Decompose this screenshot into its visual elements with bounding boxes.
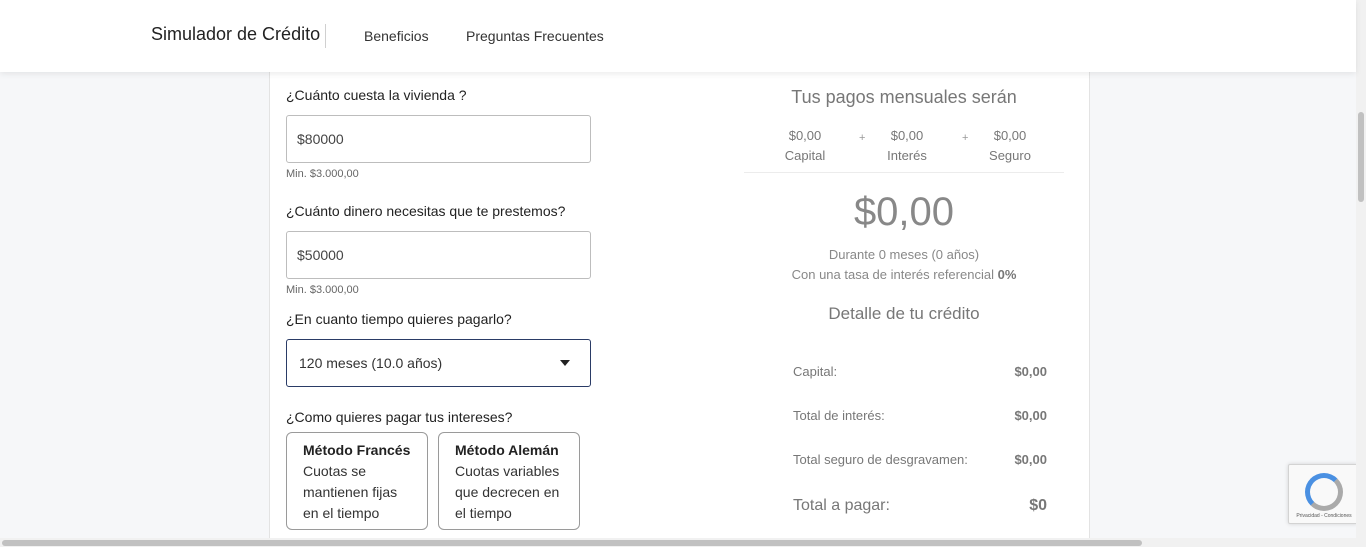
monthly-payments-title: Tus pagos mensuales serán	[791, 87, 1017, 107]
brand-divider	[325, 24, 326, 48]
plus-sign: +	[962, 132, 969, 144]
detail-label: Capital:	[793, 364, 838, 379]
recaptcha-icon	[1305, 473, 1343, 511]
brand-title[interactable]: Simulador de Crédito	[151, 24, 320, 45]
vertical-scrollbar-thumb[interactable]	[1358, 112, 1364, 202]
top-header: Simulador de Crédito Beneficios Pregunta…	[0, 0, 1356, 72]
credit-detail-title: Detalle de tu crédito	[828, 304, 980, 323]
term-select[interactable]: 120 meses (10.0 años)	[286, 339, 591, 387]
rate-line: Con una tasa de interés referencial 0%	[744, 267, 1064, 282]
price-input[interactable]	[286, 115, 591, 163]
nav-link-preguntas-frecuentes[interactable]: Preguntas Frecuentes	[466, 28, 604, 44]
breakdown-label: Capital	[784, 148, 826, 163]
loan-label: ¿Cuánto dinero necesitas que te prestemo…	[286, 203, 566, 219]
breakdown-amount: $0,00	[890, 128, 924, 143]
chevron-down-icon	[560, 360, 570, 366]
method-aleman-option[interactable]: Método Alemán Cuotas variables que decre…	[438, 432, 580, 530]
breakdown-amount: $0,00	[788, 128, 822, 143]
results-divider	[744, 172, 1064, 173]
monthly-total-amount: $0,00	[853, 190, 955, 234]
recaptcha-badge[interactable]: Privacidad - Condiciones	[1288, 464, 1358, 524]
detail-value: $0,00	[1014, 408, 1047, 423]
rate-text: Con una tasa de interés referencial	[791, 267, 994, 282]
breakdown-label: Interés	[887, 148, 927, 163]
detail-label: Total de interés:	[793, 408, 885, 423]
breakdown-amount: $0,00	[993, 128, 1027, 143]
rate-value: 0%	[997, 267, 1017, 282]
detail-value: $0,00	[1014, 364, 1047, 379]
breakdown-capital: $0,00 Capital	[765, 126, 845, 166]
price-label: ¿Cuánto cuesta la vivienda ?	[286, 87, 467, 103]
detail-label: Total seguro de desgravamen:	[793, 452, 968, 467]
breakdown-seguro: $0,00 Seguro	[970, 126, 1050, 166]
loan-hint: Min. $3.000,00	[286, 284, 359, 296]
nav-link-beneficios[interactable]: Beneficios	[364, 28, 429, 44]
breakdown-interes: $0,00 Interés	[867, 126, 947, 166]
plus-sign: +	[859, 132, 866, 144]
price-hint: Min. $3.000,00	[286, 168, 359, 180]
horizontal-scrollbar[interactable]	[0, 538, 1356, 547]
term-label: ¿En cuanto tiempo quieres pagarlo?	[286, 311, 512, 327]
detail-value: $0,00	[1014, 452, 1047, 467]
method-description: Cuotas variables que decrecen en el tiem…	[455, 463, 560, 521]
method-description: Cuotas se mantienen fijas en el tiempo	[303, 463, 398, 521]
loan-input[interactable]	[286, 231, 591, 279]
method-frances-option[interactable]: Método Francés Cuotas se mantienen fijas…	[286, 432, 428, 530]
method-title: Método Francés	[303, 442, 411, 458]
breakdown-label: Seguro	[989, 148, 1031, 163]
term-select-value: 120 meses (10.0 años)	[299, 355, 443, 371]
detail-value: $0	[1029, 497, 1047, 514]
recaptcha-links[interactable]: Privacidad - Condiciones	[1289, 513, 1359, 519]
interest-method-label: ¿Como quieres pagar tus intereses?	[286, 409, 513, 425]
detail-label: Total a pagar:	[793, 497, 890, 514]
horizontal-scrollbar-thumb[interactable]	[2, 540, 1142, 546]
method-title: Método Alemán	[455, 442, 559, 458]
vertical-scrollbar[interactable]	[1356, 0, 1366, 547]
duration-text: Durante 0 meses (0 años)	[828, 247, 980, 262]
